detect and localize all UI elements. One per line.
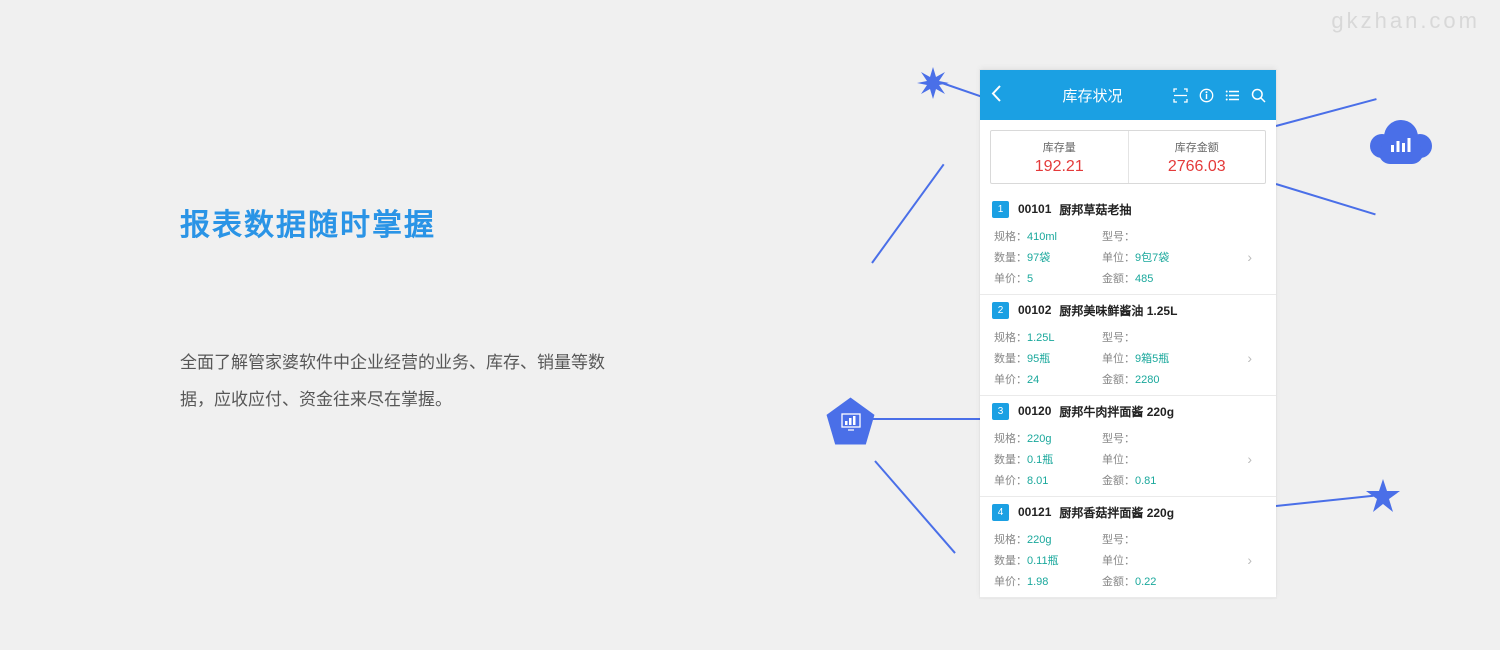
connector-line	[874, 460, 956, 553]
back-button[interactable]	[980, 85, 1012, 105]
item-unit: 单位：9箱5瓶	[1102, 350, 1232, 366]
item-model: 型号：	[1102, 430, 1232, 446]
item-name: 厨邦香菇拌面酱 220g	[1059, 504, 1174, 521]
item-model: 型号：	[1102, 228, 1232, 244]
item-name: 厨邦草菇老抽	[1059, 201, 1131, 218]
watermark-text: gkzhan.com	[1331, 8, 1480, 34]
summary-label: 库存量	[1043, 139, 1076, 155]
summary-quantity: 库存量 192.21	[991, 131, 1128, 183]
list-item[interactable]: 4 00121 厨邦香菇拌面酱 220g 规格：220g型号：› 数量：0.11瓶单位：…	[980, 497, 1276, 598]
item-quantity: 数量：95瓶	[994, 350, 1102, 366]
item-code: 00101	[1018, 202, 1051, 216]
star-icon	[1365, 478, 1401, 514]
item-model: 型号：	[1102, 329, 1232, 345]
item-index-badge: 3	[992, 403, 1009, 420]
search-icon[interactable]	[1251, 88, 1266, 103]
scan-icon[interactable]	[1173, 88, 1188, 103]
summary-value: 2766.03	[1168, 158, 1226, 176]
headline: 报表数据随时掌握	[180, 200, 620, 244]
item-unit: 单位：	[1102, 552, 1232, 568]
summary-label: 库存金额	[1175, 139, 1219, 155]
item-index-badge: 2	[992, 302, 1009, 319]
summary-card: 库存量 192.21 库存金额 2766.03	[990, 130, 1266, 184]
pentagon-icon	[825, 396, 876, 447]
inventory-list: 100101厨邦草菇老抽规格：410ml型号：›数量：97袋单位：9包7袋单价：…	[980, 194, 1276, 598]
connector-line	[1276, 495, 1374, 507]
phone-screen: 库存状况 库存量 192.21 库存金额 2766.03 1 00101 厨邦草菇老…	[980, 70, 1276, 598]
item-amount: 金额：485	[1102, 270, 1232, 286]
item-code: 00120	[1018, 404, 1051, 418]
connector-line	[1276, 183, 1376, 215]
connector-line	[1276, 98, 1377, 127]
item-index-badge: 1	[992, 201, 1009, 218]
item-amount: 金额：2280	[1102, 371, 1232, 387]
cloud-chart-icon	[1370, 120, 1432, 166]
chevron-right-icon: ›	[1232, 451, 1252, 467]
chevron-right-icon: ›	[1232, 350, 1252, 366]
list-icon[interactable]	[1225, 88, 1240, 103]
item-spec: 规格：1.25L	[994, 329, 1102, 345]
connector-line	[871, 164, 944, 264]
item-model: 型号：	[1102, 531, 1232, 547]
item-spec: 规格：220g	[994, 531, 1102, 547]
chevron-right-icon: ›	[1232, 552, 1252, 568]
item-price: 单价：24	[994, 371, 1102, 387]
item-code: 00102	[1018, 303, 1051, 317]
chevron-right-icon: ›	[1232, 249, 1252, 265]
item-amount: 金额：0.81	[1102, 472, 1232, 488]
item-price: 单价：5	[994, 270, 1102, 286]
marketing-copy: 报表数据随时掌握 全面了解管家婆软件中企业经营的业务、库存、销量等数据，应收应付…	[180, 200, 620, 419]
item-spec: 规格：220g	[994, 430, 1102, 446]
item-name: 厨邦美味鲜酱油 1.25L	[1059, 302, 1177, 319]
summary-amount: 库存金额 2766.03	[1128, 131, 1266, 183]
list-item[interactable]: 2 00102 厨邦美味鲜酱油 1.25L 规格：1.25L型号：› 数量：95瓶单位：…	[980, 295, 1276, 396]
item-code: 00121	[1018, 505, 1051, 519]
item-price: 单价：1.98	[994, 573, 1102, 589]
item-amount: 金额：0.22	[1102, 573, 1232, 589]
item-quantity: 数量：97袋	[994, 249, 1102, 265]
list-item[interactable]: 3 00120 厨邦牛肉拌面酱 220g 规格：220g型号：› 数量：0.1瓶单位：单…	[980, 396, 1276, 497]
item-quantity: 数量：0.11瓶	[994, 552, 1102, 568]
item-spec: 规格：410ml	[994, 228, 1102, 244]
summary-value: 192.21	[1035, 158, 1084, 176]
app-title: 库存状况	[1012, 85, 1173, 106]
item-price: 单价：8.01	[994, 472, 1102, 488]
burst-icon	[917, 67, 949, 99]
item-unit: 单位：	[1102, 451, 1232, 467]
info-icon[interactable]	[1199, 88, 1214, 103]
item-index-badge: 4	[992, 504, 1009, 521]
item-name: 厨邦牛肉拌面酱 220g	[1059, 403, 1174, 420]
item-quantity: 数量：0.1瓶	[994, 451, 1102, 467]
app-bar: 库存状况	[980, 70, 1276, 120]
connector-line	[872, 418, 980, 420]
description: 全面了解管家婆软件中企业经营的业务、库存、销量等数据，应收应付、资金往来尽在掌握…	[180, 344, 620, 419]
list-item[interactable]: 1 00101 厨邦草菇老抽规格：410ml型号：› 数量：97袋单位：9包7袋单价：…	[980, 194, 1276, 295]
item-unit: 单位：9包7袋	[1102, 249, 1232, 265]
